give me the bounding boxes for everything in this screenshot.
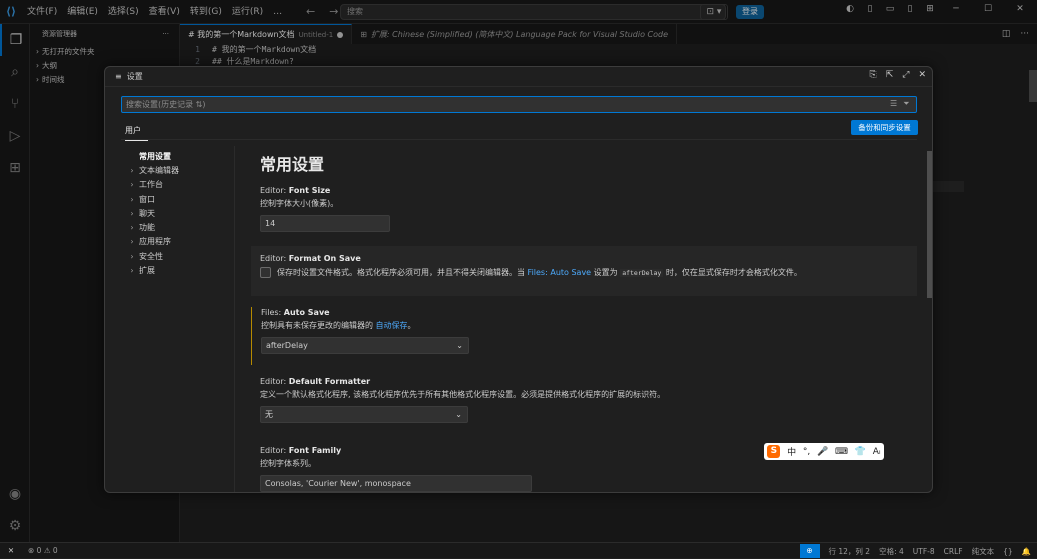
encoding[interactable]: UTF-8	[913, 547, 935, 556]
setting-description: 保存时设置文件格式。格式化程序必须可用，并且不得关闭编辑器。当 Files: A…	[277, 267, 802, 277]
fullscreen-icon[interactable]: ⤢	[902, 70, 909, 80]
language-mode[interactable]: 纯文本	[972, 546, 995, 557]
chevron-down-icon: ⌄	[455, 410, 462, 419]
line-ending[interactable]: CRLF	[944, 547, 963, 556]
filter-icon[interactable]: ⏷	[903, 99, 909, 109]
toc-item-application[interactable]: › 应用程序	[125, 235, 235, 249]
ime-ai-icon[interactable]: Aᵢ	[873, 447, 881, 457]
indentation[interactable]: 空格: 4	[879, 546, 904, 557]
feedback-icon[interactable]: {}	[1003, 547, 1013, 556]
chevron-right-icon: ›	[130, 194, 134, 204]
toc-item-common[interactable]: 常用设置	[125, 149, 235, 163]
setting-format-on-save: Editor: Format On Save 保存时设置文件格式。格式化程序必须…	[251, 246, 917, 296]
setting-description: 控制字体大小(像素)。	[260, 199, 339, 208]
ime-keyboard-icon[interactable]: ⌨	[835, 447, 848, 457]
zoom-icon[interactable]: ⊕	[799, 544, 820, 558]
ime-skin-icon[interactable]: 👕	[855, 447, 866, 457]
chevron-right-icon: ›	[130, 237, 134, 247]
status-bar-right: ⊕ 行 12，列 2 空格: 4 UTF-8 CRLF 纯文本 {} 🔔	[799, 543, 1031, 559]
chevron-right-icon: ›	[130, 180, 134, 190]
backup-sync-button[interactable]: 备份和同步设置	[851, 120, 918, 135]
settings-header: ≡ 设置	[105, 67, 932, 87]
search-input-actions: ☰ ⏷	[890, 99, 928, 109]
scope-divider	[121, 139, 917, 140]
ime-toolbar: S 中 °, 🎤 ⌨ 👕 Aᵢ	[764, 443, 884, 460]
settings-search-input[interactable]: 搜索设置(历史记录 ⇅)	[121, 96, 917, 113]
toc-item-security[interactable]: › 安全性	[125, 249, 235, 263]
open-json-icon[interactable]: ⎘	[870, 70, 877, 80]
auto-save-doc-link[interactable]: 自动保存	[376, 321, 408, 330]
cursor-position[interactable]: 行 12，列 2	[829, 546, 871, 557]
ime-voice-icon[interactable]: 🎤	[817, 447, 828, 457]
auto-save-select[interactable]: afterDelay ⌄	[261, 337, 469, 354]
ime-punctuation-icon[interactable]: °,	[803, 447, 810, 457]
remote-icon[interactable]: ✕	[0, 543, 22, 559]
default-formatter-select[interactable]: 无 ⌄	[260, 406, 468, 423]
setting-description: 定义一个默认格式化程序, 该格式化程序优先于所有其他格式化程序设置。必须是提供格…	[260, 390, 666, 399]
setting-title: Editor: Default Formatter	[260, 377, 371, 386]
toc-item-window[interactable]: › 窗口	[125, 192, 235, 206]
clear-filter-icon[interactable]: ☰	[890, 99, 897, 109]
chevron-right-icon: ›	[130, 266, 134, 276]
chevron-right-icon: ›	[130, 223, 134, 233]
font-size-input[interactable]: 14	[260, 215, 390, 232]
setting-auto-save: Files: Auto Save 控制具有未保存更改的编辑器的 自动保存。 af…	[251, 307, 917, 365]
settings-list: 常用设置 Editor: Font Size 控制字体大小(像素)。 14 Ed…	[251, 145, 917, 492]
problems-count[interactable]: ⊗ 0 ⚠ 0	[22, 546, 58, 555]
close-icon[interactable]: ✕	[918, 70, 926, 80]
open-editor-icon[interactable]: ⇱	[886, 70, 894, 80]
toc-divider	[234, 146, 235, 492]
settings-title: 设置	[126, 72, 143, 81]
settings-header-actions: ⎘ ⇱ ⤢ ✕	[870, 70, 927, 80]
toc-item-text-editor[interactable]: › 文本编辑器	[125, 163, 235, 177]
chevron-down-icon: ⌄	[456, 341, 463, 350]
toc-item-features[interactable]: › 功能	[125, 220, 235, 234]
toc-item-chat[interactable]: › 聊天	[125, 206, 235, 220]
settings-icon: ≡	[115, 72, 122, 81]
setting-title: Files: Auto Save	[261, 308, 330, 317]
format-on-save-checkbox[interactable]	[260, 266, 271, 278]
ime-chinese-mode[interactable]: 中	[787, 445, 796, 458]
settings-dialog: ≡ 设置 ⎘ ⇱ ⤢ ✕ 搜索设置(历史记录 ⇅) ☰ ⏷ 用户 备份和同步设置…	[104, 66, 933, 493]
chevron-right-icon: ›	[130, 251, 134, 261]
section-title: 常用设置	[260, 155, 325, 174]
toc-item-workbench[interactable]: › 工作台	[125, 178, 235, 192]
format-on-save-row: 保存时设置文件格式。格式化程序必须可用，并且不得关闭编辑器。当 Files: A…	[260, 265, 917, 279]
toc-item-extensions[interactable]: › 扩展	[125, 263, 235, 277]
chevron-right-icon: ›	[130, 208, 134, 218]
setting-description: 控制具有未保存更改的编辑器的 自动保存。	[261, 321, 416, 330]
status-bar: ✕ ⊗ 0 ⚠ 0 ⊕ 行 12，列 2 空格: 4 UTF-8 CRLF 纯文…	[0, 542, 1037, 558]
chevron-right-icon: ›	[130, 165, 134, 175]
settings-scrollbar[interactable]	[927, 151, 932, 298]
auto-save-link[interactable]: Files: Auto Save	[528, 268, 592, 277]
settings-toc: 常用设置 › 文本编辑器 › 工作台 › 窗口 › 聊天 › 功能 › 应用程序 › 安全性 …	[125, 149, 235, 278]
setting-default-formatter: Editor: Default Formatter 定义一个默认格式化程序, 该…	[251, 376, 917, 434]
setting-title: Editor: Font Size	[260, 186, 331, 195]
sogou-logo-icon[interactable]: S	[767, 445, 781, 458]
setting-title: Editor: Format On Save	[260, 254, 361, 263]
bell-icon[interactable]: 🔔	[1022, 547, 1031, 556]
font-family-input[interactable]: Consolas, 'Courier New', monospace	[260, 475, 532, 492]
setting-font-size: Editor: Font Size 控制字体大小(像素)。 14	[251, 185, 917, 241]
